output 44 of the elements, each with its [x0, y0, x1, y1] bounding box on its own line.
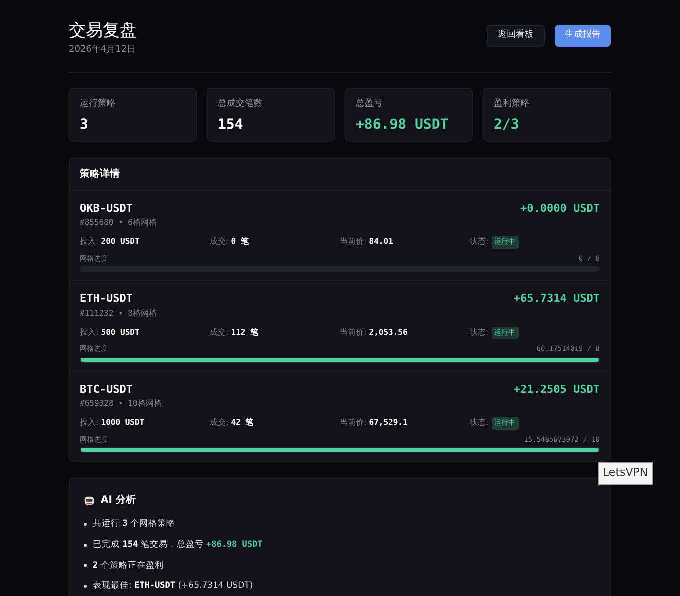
status-label: 状态: — [470, 417, 489, 430]
analysis-text: 共运行 3 个网格策略 — [93, 518, 176, 531]
strategy-pair: OKB-USDT — [80, 200, 133, 216]
bullet-icon — [84, 522, 87, 526]
trades-text: 成交: 0 笔 — [210, 236, 250, 248]
bullet-icon — [84, 544, 87, 547]
strategy-pnl: +65.7314 USDT — [514, 291, 600, 307]
analysis-text: 表现最佳: ETH-USDT (+65.7314 USDT) — [93, 580, 254, 593]
panel-title: 策略详情 — [80, 167, 120, 182]
price-text: 当前价: 2,053.56 — [340, 326, 409, 339]
trades-text: 成交: 112 笔 — [210, 326, 260, 339]
analysis-text: 已完成 154 笔交易，总盈亏 +86.98 USDT — [93, 538, 263, 552]
back-button[interactable]: 返回看板 — [487, 25, 545, 47]
invest-text: 投入: 500 USDT — [80, 326, 141, 339]
analysis-title: AI 分析 — [101, 494, 136, 508]
status-label: 状态: — [470, 236, 489, 248]
robot-icon — [84, 495, 95, 506]
strategy-pair: BTC-USDT — [80, 382, 133, 398]
page-title: 交易复盘 — [69, 20, 137, 42]
analysis-text: 2 个策略正在盈利 — [93, 560, 164, 572]
price-text: 当前价: 67,529.1 — [340, 417, 409, 430]
strategy-meta: #855680 • 6格网格 — [80, 217, 158, 229]
strategy-meta: #111232 • 8格网格 — [80, 308, 158, 320]
invest-text: 投入: 200 USDT — [80, 236, 141, 248]
stat-label: 运行策略 — [80, 98, 117, 110]
strategy-meta: #659328 • 10格网格 — [80, 398, 163, 410]
page-date: 2026年4月12日 — [69, 44, 137, 57]
bullet-icon — [84, 564, 87, 568]
stat-value: +86.98 USDT — [356, 116, 450, 135]
invest-text: 投入: 1000 USDT — [80, 417, 146, 430]
strategy-pnl: +21.2505 USDT — [514, 382, 600, 398]
strategy-pair: ETH-USDT — [80, 291, 133, 307]
trades-text: 成交: 42 笔 — [210, 417, 255, 430]
stat-value: 3 — [80, 116, 90, 135]
status-label: 状态: — [470, 326, 489, 339]
strategy-pnl: +0.0000 USDT — [520, 200, 600, 216]
tooltip: LetsVPN — [598, 462, 654, 484]
price-text: 当前价: 84.01 — [340, 236, 394, 248]
bullet-icon — [84, 585, 87, 588]
stat-value: 2/3 — [494, 116, 520, 135]
stat-label: 盈利策略 — [494, 98, 531, 110]
stat-label: 总成交笔数 — [218, 98, 264, 110]
stat-value: 154 — [218, 116, 244, 135]
stat-label: 总盈亏 — [356, 98, 384, 110]
